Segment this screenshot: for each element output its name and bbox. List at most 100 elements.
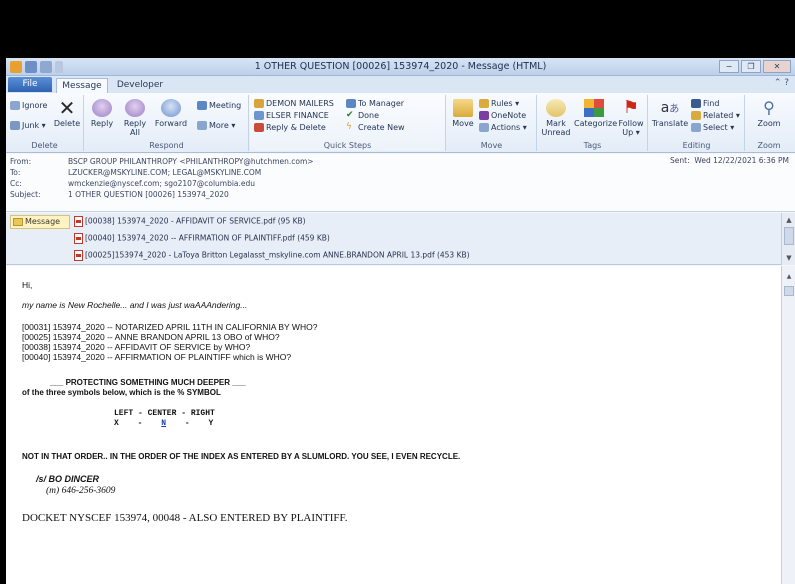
reply-button[interactable]: Reply [89, 99, 115, 128]
signature-name: /s/ BO DINCER [36, 474, 100, 484]
quick-step-done[interactable]: ✔ Done [346, 110, 379, 121]
rules-icon [479, 99, 489, 108]
follow-up-button[interactable]: ⚑ Follow Up ▾ [616, 97, 646, 138]
meeting-button[interactable]: Meeting [197, 101, 241, 110]
message-attachment-tab[interactable]: Message [10, 215, 70, 229]
quick-step-to-manager[interactable]: To Manager [346, 99, 404, 108]
junk-button[interactable]: Junk ▾ [10, 121, 46, 130]
binoculars-icon [691, 99, 701, 108]
reply-all-label: Reply All [123, 119, 147, 137]
message-tab-label: Message [25, 217, 61, 226]
onenote-icon [479, 111, 489, 120]
categorize-button[interactable]: Categorize [574, 99, 617, 128]
scroll-up-icon[interactable]: ▲ [784, 272, 794, 282]
onenote-button[interactable]: OneNote [479, 111, 526, 120]
quick-step-label: Reply & Delete [266, 123, 326, 132]
title-bar: 1 OTHER QUESTION [00026] 153974_2020 - M… [6, 58, 795, 76]
quick-step-reply-delete[interactable]: Reply & Delete [254, 123, 326, 132]
ignore-button[interactable]: Ignore [10, 101, 47, 110]
scroll-down-icon[interactable]: ▼ [784, 253, 794, 263]
select-label: Select ▾ [703, 123, 735, 132]
move-button[interactable]: Move [451, 99, 475, 128]
scroll-thumb[interactable] [784, 227, 794, 245]
reply-delete-icon [254, 123, 264, 132]
lcr-center-link[interactable]: N [161, 419, 166, 428]
body-scrollbar[interactable]: ▲ [781, 266, 795, 584]
from-row: From: BSCP GROUP PHILANTHROPY <PHILANTHRO… [10, 157, 314, 166]
cc-value[interactable]: wmckenzie@nyscef.com; sgo2107@columbia.e… [68, 179, 255, 188]
follow-up-label: Follow Up ▾ [618, 119, 644, 137]
attachment-item[interactable]: [00038] 153974_2020 - AFFIDAVIT OF SERVI… [74, 216, 306, 227]
quick-step-label: DEMON MAILERS [266, 99, 334, 108]
greeting: Hi, [22, 280, 33, 290]
attachment-item[interactable]: [00040] 153974_2020 -- AFFIRMATION OF PL… [74, 233, 330, 244]
quick-step-label: ELSER FINANCE [266, 111, 329, 120]
sent-label: Sent: [670, 156, 690, 165]
actions-icon [479, 123, 489, 132]
pdf-icon [74, 216, 83, 227]
attachments-scrollbar[interactable]: ▲ ▼ [781, 213, 795, 265]
delete-button[interactable]: ✕ Delete [52, 98, 82, 128]
lcr-separator: - [184, 419, 190, 428]
signature-phone: (m) 646-256-3609 [46, 486, 116, 496]
intro-line: my name is New Rochelle... and I was jus… [22, 300, 248, 310]
quick-step-create-new[interactable]: ϟ Create New [346, 122, 405, 133]
rules-button[interactable]: Rules ▾ [479, 99, 519, 108]
scroll-up-icon[interactable]: ▲ [784, 215, 794, 225]
related-label: Related ▾ [703, 111, 740, 120]
rules-label: Rules ▾ [491, 99, 520, 108]
more-respond-button[interactable]: More ▾ [197, 121, 235, 130]
question-line: [00038] 153974_2020 -- AFFIDAVIT OF SERV… [22, 342, 251, 352]
calendar-icon [197, 101, 207, 110]
cc-label: Cc: [10, 179, 22, 188]
tab-file[interactable]: File [8, 77, 52, 92]
zoom-label: Zoom [757, 119, 781, 128]
reply-label: Reply [90, 119, 114, 128]
quick-step-elser-finance[interactable]: ELSER FINANCE [254, 111, 329, 120]
from-value[interactable]: BSCP GROUP PHILANTHROPY <PHILANTHROPY@hu… [68, 157, 314, 166]
to-value[interactable]: LZUCKER@MSKYLINE.COM; LEGAL@MSKYLINE.COM [68, 168, 261, 177]
reply-all-button[interactable]: Reply All [121, 99, 149, 137]
scroll-thumb[interactable] [784, 286, 794, 296]
attachment-item[interactable]: [00025]153974_2020 - LaToya Britton Lega… [74, 250, 470, 261]
flag-icon: ⚑ [622, 97, 640, 118]
ignore-icon [10, 101, 20, 110]
sent-value: Wed 12/22/2021 6:36 PM [694, 156, 789, 165]
to-manager-icon [346, 99, 356, 108]
more-label: More ▾ [209, 121, 236, 130]
pdf-icon [74, 250, 83, 261]
junk-label: Junk ▾ [22, 121, 46, 130]
categorize-icon [584, 99, 604, 117]
find-button[interactable]: Find [691, 99, 719, 108]
mark-unread-button[interactable]: Mark Unread [540, 99, 572, 137]
quick-step-label: To Manager [358, 99, 405, 108]
tags-group-label: Tags [583, 141, 602, 150]
quick-step-demon-mailers[interactable]: DEMON MAILERS [254, 99, 334, 108]
actions-button[interactable]: Actions ▾ [479, 123, 527, 132]
black-letterbox-top [0, 0, 795, 58]
tab-message[interactable]: Message [56, 78, 108, 93]
protecting-line: ___ PROTECTING SOMETHING MUCH DEEPER ___ [50, 378, 246, 387]
select-button[interactable]: Select ▾ [691, 123, 734, 132]
select-cursor-icon [691, 123, 701, 132]
maximize-button[interactable]: ❐ [741, 60, 761, 73]
help-icon[interactable]: ⌃ ? [774, 78, 789, 88]
translate-button[interactable]: aあ Translate [651, 99, 689, 128]
respond-group: Reply Reply All Forward Meeting More ▾ R… [85, 95, 249, 151]
related-button[interactable]: Related ▾ [691, 111, 740, 120]
three-symbols-line: of the three symbols below, which is the… [22, 388, 221, 397]
zoom-button[interactable]: ⚲ Zoom [752, 98, 786, 129]
magnifier-icon: ⚲ [763, 98, 775, 117]
close-button[interactable]: ✕ [763, 60, 791, 73]
question-line: [00040] 153974_2020 -- AFFIRMATION OF PL… [22, 352, 292, 362]
forward-button[interactable]: Forward [151, 99, 191, 128]
checkmark-icon: ✔ [346, 110, 354, 120]
tab-developer[interactable]: Developer [112, 78, 168, 93]
respond-group-label: Respond [149, 141, 184, 150]
lightning-icon: ϟ [346, 122, 352, 132]
message-body: Hi, my name is New Rochelle... and I was… [6, 266, 781, 584]
lcr-separator: - [137, 419, 143, 428]
actions-label: Actions ▾ [491, 123, 527, 132]
message-headers: From: BSCP GROUP PHILANTHROPY <PHILANTHRO… [6, 154, 795, 212]
minimize-button[interactable]: − [719, 60, 739, 73]
